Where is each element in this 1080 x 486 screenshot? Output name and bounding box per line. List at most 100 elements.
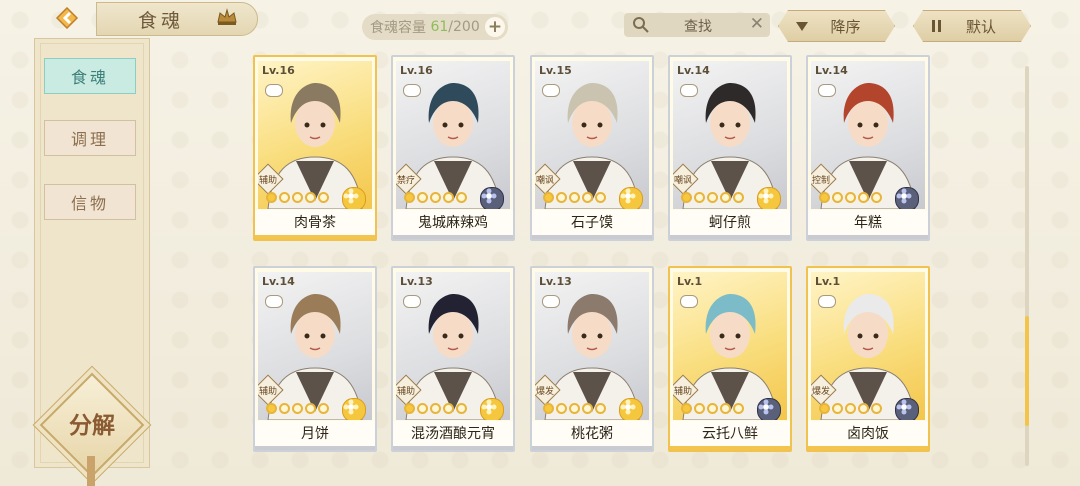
card-name: 肉骨茶 (255, 210, 375, 236)
tassel-decoration (87, 456, 95, 486)
role-label: 辅助 (396, 386, 415, 397)
element-icon (757, 398, 781, 420)
character-portrait: Lv.14 辅助 (258, 272, 372, 420)
star-icon (292, 403, 303, 414)
back-button[interactable] (52, 6, 82, 30)
star-icon (543, 403, 554, 414)
food-soul-card[interactable]: Lv.1 辅助 云托八鲜 (668, 266, 792, 452)
chat-bubble-icon[interactable] (265, 295, 283, 308)
star-icon (556, 192, 567, 203)
back-arrow-icon (55, 7, 79, 29)
role-label: 辅助 (258, 175, 277, 186)
role-badge: 嘲讽 (673, 163, 699, 195)
star-icon (456, 192, 467, 203)
chat-bubble-icon[interactable] (818, 84, 836, 97)
sidebar-item-tokens[interactable]: 信物 (44, 184, 136, 220)
sort-down-icon (795, 19, 809, 33)
sort-toggle-icon (930, 19, 944, 33)
star-icon (720, 403, 731, 414)
star-icon (569, 403, 580, 414)
star-icon (456, 403, 467, 414)
star-icon (582, 403, 593, 414)
star-icon (681, 192, 692, 203)
role-badge: 爆发 (811, 374, 837, 406)
search-box[interactable]: 查找 ✕ (624, 13, 770, 37)
sidebar-item-food-souls[interactable]: 食魂 (44, 58, 136, 94)
level-label: Lv.1 (677, 275, 703, 288)
food-soul-card[interactable]: Lv.13 辅助混汤酒酿元宵 (391, 266, 515, 452)
add-capacity-button[interactable]: + (485, 17, 505, 37)
card-name: 混汤酒酿元宵 (393, 421, 513, 447)
star-rating (543, 403, 606, 414)
food-soul-card[interactable]: Lv.13 爆发 桃花粥 (530, 266, 654, 452)
sidebar-item-cooking[interactable]: 调理 (44, 120, 136, 156)
star-icon (417, 192, 428, 203)
star-icon (318, 192, 329, 203)
element-icon (342, 398, 366, 420)
character-portrait: Lv.13 爆发 (535, 272, 649, 420)
star-rating (404, 403, 467, 414)
level-label: Lv.16 (400, 64, 433, 77)
star-icon (443, 192, 454, 203)
element-icon (895, 187, 919, 209)
star-icon (266, 403, 277, 414)
star-icon (819, 192, 830, 203)
chat-bubble-icon[interactable] (680, 84, 698, 97)
star-icon (694, 192, 705, 203)
food-soul-card[interactable]: Lv.14 嘲讽 蚵仔煎 (668, 55, 792, 241)
star-icon (292, 192, 303, 203)
card-name: 石子馍 (532, 210, 652, 236)
chat-bubble-icon[interactable] (542, 84, 560, 97)
food-soul-card[interactable]: Lv.16 辅助 肉骨茶 (253, 55, 377, 241)
level-label: Lv.14 (262, 275, 295, 288)
chat-bubble-icon[interactable] (818, 295, 836, 308)
star-icon (318, 403, 329, 414)
sort-default-button[interactable]: 默认 (913, 10, 1031, 42)
star-rating (543, 192, 606, 203)
role-label: 辅助 (673, 386, 692, 397)
food-soul-card[interactable]: Lv.16 禁疗 鬼城麻辣鸡 (391, 55, 515, 241)
star-icon (569, 192, 580, 203)
element-icon (480, 187, 504, 209)
star-rating (819, 403, 882, 414)
level-label: Lv.13 (400, 275, 433, 288)
food-soul-card[interactable]: Lv.14 辅助 月饼 (253, 266, 377, 452)
star-icon (279, 403, 290, 414)
crown-icon[interactable] (216, 8, 238, 26)
food-soul-card[interactable]: Lv.1 爆发 卤肉饭 (806, 266, 930, 452)
star-rating (819, 192, 882, 203)
capacity-label: 食魂容量 (370, 20, 426, 36)
role-label: 爆发 (811, 386, 830, 397)
character-portrait: Lv.1 辅助 (673, 272, 787, 420)
chat-bubble-icon[interactable] (542, 295, 560, 308)
star-icon (845, 192, 856, 203)
star-rating (266, 403, 329, 414)
food-soul-card[interactable]: Lv.15 嘲讽 石子馍 (530, 55, 654, 241)
level-label: Lv.14 (815, 64, 848, 77)
search-icon (633, 17, 649, 33)
chat-bubble-icon[interactable] (403, 84, 421, 97)
star-rating (266, 192, 329, 203)
search-label: 查找 (684, 19, 712, 35)
chat-bubble-icon[interactable] (265, 84, 283, 97)
capacity-max: /200 (448, 19, 480, 35)
food-soul-card[interactable]: Lv.14 控制 年糕 (806, 55, 930, 241)
role-label: 控制 (811, 175, 830, 186)
decompose-label: 分解 (69, 412, 115, 439)
star-icon (543, 192, 554, 203)
star-icon (707, 403, 718, 414)
element-icon (619, 187, 643, 209)
sort-desc-button[interactable]: 降序 (778, 10, 895, 42)
star-icon (819, 403, 830, 414)
clear-search-icon[interactable]: ✕ (750, 14, 764, 34)
character-portrait: Lv.13 辅助 (396, 272, 510, 420)
star-icon (858, 403, 869, 414)
role-badge: 辅助 (396, 374, 422, 406)
chat-bubble-icon[interactable] (680, 295, 698, 308)
character-portrait: Lv.16 禁疗 (396, 61, 510, 209)
card-name: 桃花粥 (532, 421, 652, 447)
scrollbar-thumb[interactable] (1025, 316, 1029, 426)
chat-bubble-icon[interactable] (403, 295, 421, 308)
star-icon (279, 192, 290, 203)
star-icon (430, 403, 441, 414)
